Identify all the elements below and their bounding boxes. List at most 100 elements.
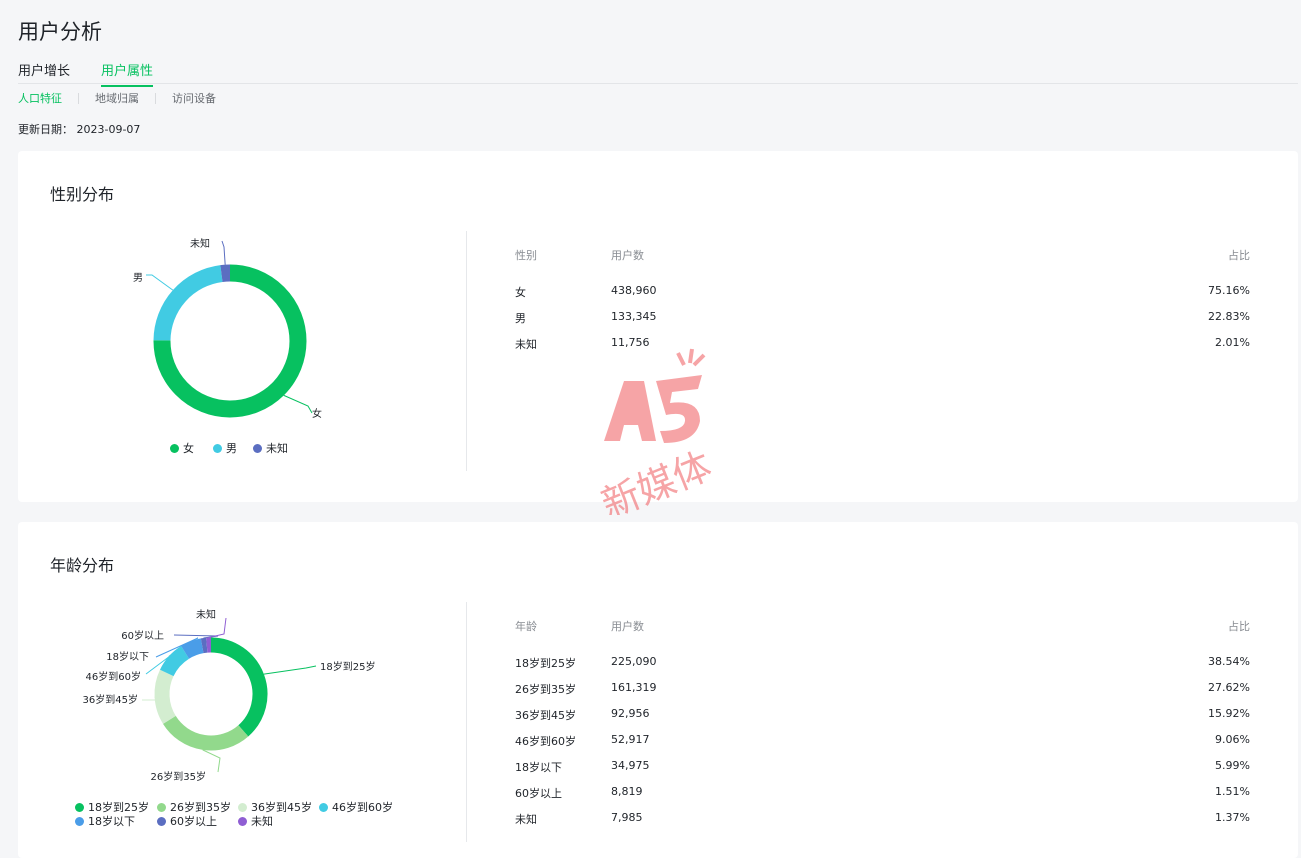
- slice-label: 18岁到25岁: [320, 660, 375, 673]
- slice-label: 60岁以上: [121, 629, 164, 642]
- row-ratio: 1.51%: [1215, 785, 1250, 798]
- card-divider: [466, 602, 467, 842]
- gender-header-category: 性别: [515, 249, 537, 262]
- legend-dot-icon: [253, 444, 262, 453]
- legend-item[interactable]: 未知: [253, 440, 288, 456]
- row-users: 7,985: [611, 811, 643, 824]
- legend-label: 46岁到60岁: [332, 801, 393, 814]
- donut-slice[interactable]: [163, 715, 249, 751]
- legend-dot-icon: [213, 444, 222, 453]
- row-users: 133,345: [611, 310, 657, 323]
- row-ratio: 1.37%: [1215, 811, 1250, 824]
- tab-user-growth[interactable]: 用户增长: [18, 60, 70, 85]
- table-row: 未知 11,756 2.01%: [515, 336, 1250, 354]
- row-users: 8,819: [611, 785, 643, 798]
- slice-label-line: [221, 240, 226, 265]
- row-ratio: 22.83%: [1208, 310, 1250, 323]
- donut-slice[interactable]: [220, 264, 231, 282]
- row-ratio: 38.54%: [1208, 655, 1250, 668]
- subtab-separator: [155, 93, 156, 104]
- row-users: 34,975: [611, 759, 650, 772]
- legend-label: 未知: [266, 442, 288, 455]
- tab-divider: [18, 83, 1298, 84]
- slice-label: 18岁以下: [106, 650, 149, 663]
- row-ratio: 9.06%: [1215, 733, 1250, 746]
- row-ratio: 75.16%: [1208, 284, 1250, 297]
- legend-label: 18岁以下: [88, 815, 135, 828]
- row-label: 36岁到45岁: [515, 709, 576, 722]
- legend-label: 60岁以上: [170, 815, 217, 828]
- age-header-category: 年龄: [515, 620, 537, 633]
- donut-slice[interactable]: [154, 669, 176, 724]
- row-users: 225,090: [611, 655, 657, 668]
- row-ratio: 15.92%: [1208, 707, 1250, 720]
- row-label: 未知: [515, 338, 537, 351]
- legend-item[interactable]: 46岁到60岁: [319, 799, 393, 815]
- row-users: 92,956: [611, 707, 650, 720]
- page-title: 用户分析: [18, 20, 102, 44]
- slice-label-line: [263, 665, 317, 675]
- row-ratio: 27.62%: [1208, 681, 1250, 694]
- slice-label-line: [202, 749, 221, 773]
- card-divider: [466, 231, 467, 471]
- gender-header-users: 用户数: [611, 249, 644, 262]
- row-label: 女: [515, 286, 526, 299]
- subtab-region[interactable]: 地域归属: [95, 90, 139, 106]
- legend-item[interactable]: 男: [213, 440, 237, 456]
- age-header-users: 用户数: [611, 620, 644, 633]
- slice-label-line: [146, 274, 174, 291]
- table-row: 未知 7,985 1.37%: [515, 811, 1250, 829]
- slice-label: 46岁到60岁: [86, 670, 141, 683]
- slice-label: 未知: [190, 237, 210, 250]
- row-label: 18岁以下: [515, 761, 562, 774]
- age-header-ratio: 占比: [1228, 620, 1250, 633]
- donut-slice[interactable]: [153, 265, 223, 341]
- legend-item[interactable]: 未知: [238, 813, 273, 829]
- row-users: 52,917: [611, 733, 650, 746]
- row-label: 男: [515, 312, 526, 325]
- table-row: 60岁以上 8,819 1.51%: [515, 785, 1250, 803]
- row-label: 未知: [515, 813, 537, 826]
- row-label: 60岁以上: [515, 787, 562, 800]
- row-users: 11,756: [611, 336, 650, 349]
- row-label: 18岁到25岁: [515, 657, 576, 670]
- slice-label-line: [283, 394, 313, 414]
- subtab-separator: [78, 93, 79, 104]
- row-label: 26岁到35岁: [515, 683, 576, 696]
- table-row: 46岁到60岁 52,917 9.06%: [515, 733, 1250, 751]
- table-row: 18岁到25岁 225,090 38.54%: [515, 655, 1250, 673]
- legend-dot-icon: [238, 817, 247, 826]
- slice-label: 26岁到35岁: [151, 770, 206, 783]
- legend-dot-icon: [170, 444, 179, 453]
- table-row: 女 438,960 75.16%: [515, 284, 1250, 302]
- legend-dot-icon: [75, 803, 84, 812]
- row-ratio: 5.99%: [1215, 759, 1250, 772]
- table-row: 26岁到35岁 161,319 27.62%: [515, 681, 1250, 699]
- donut-slice[interactable]: [200, 637, 208, 654]
- update-date: 更新日期： 2023-09-07: [18, 123, 141, 136]
- row-users: 161,319: [611, 681, 657, 694]
- subtab-device[interactable]: 访问设备: [172, 90, 216, 106]
- gender-header-ratio: 占比: [1228, 249, 1250, 262]
- table-row: 男 133,345 22.83%: [515, 310, 1250, 328]
- row-label: 46岁到60岁: [515, 735, 576, 748]
- legend-item[interactable]: 60岁以上: [157, 813, 217, 829]
- donut-slice[interactable]: [181, 638, 204, 659]
- age-card: 年龄分布 18岁到25岁 26岁到35岁 36岁到45岁 46岁到60岁 18岁以下 60…: [18, 522, 1298, 858]
- gender-card: 性别分布 女男未知 女男未知 性别 用户数 占比 女 438,960 75.16…: [18, 151, 1298, 502]
- row-users: 438,960: [611, 284, 657, 297]
- legend-dot-icon: [75, 817, 84, 826]
- subtab-demographics[interactable]: 人口特征: [18, 90, 62, 106]
- slice-label: 女: [312, 407, 322, 420]
- legend-dot-icon: [157, 817, 166, 826]
- legend-item[interactable]: 女: [170, 440, 194, 456]
- legend-dot-icon: [157, 803, 166, 812]
- legend-label: 未知: [251, 815, 273, 828]
- slice-label: 未知: [196, 608, 216, 621]
- table-row: 36岁到45岁 92,956 15.92%: [515, 707, 1250, 725]
- legend-dot-icon: [319, 803, 328, 812]
- legend-item[interactable]: 18岁以下: [75, 813, 135, 829]
- legend-dot-icon: [238, 803, 247, 812]
- donut-slice[interactable]: [210, 637, 268, 737]
- gender-donut-chart: 女 男 未知: [133, 237, 322, 420]
